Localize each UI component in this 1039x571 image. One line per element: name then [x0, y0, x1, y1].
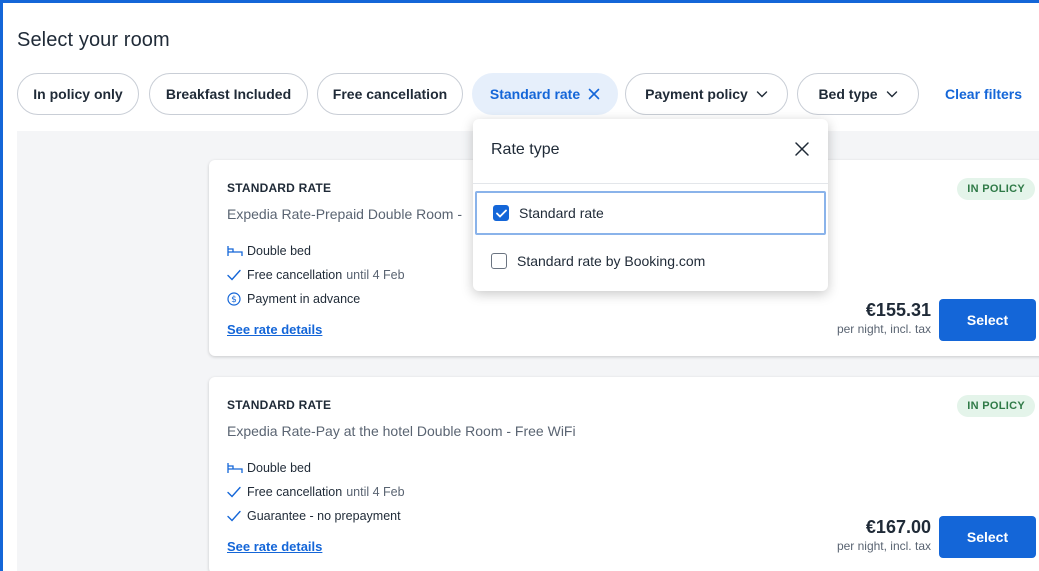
rate-name: Expedia Rate-Pay at the hotel Double Roo… — [227, 423, 576, 439]
feature-bed-label: Double bed — [247, 461, 311, 475]
filter-chip-breakfast[interactable]: Breakfast Included — [149, 73, 308, 115]
room-card: STANDARD RATE Expedia Rate-Pay at the ho… — [209, 377, 1039, 571]
rate-name: Expedia Rate-Prepaid Double Room - — [227, 206, 463, 222]
chip-label: Breakfast Included — [165, 86, 292, 102]
filter-chip-free-cancellation[interactable]: Free cancellation — [317, 73, 463, 115]
rate-type-dropdown: Rate type Standard rate Standard rate by… — [473, 119, 828, 291]
filter-chip-bed-type[interactable]: Bed type — [797, 73, 919, 115]
feature-bed: Double bed — [227, 461, 311, 475]
feature-cancellation-note: until 4 Feb — [346, 485, 405, 499]
see-rate-details-link[interactable]: See rate details — [227, 539, 322, 554]
checkbox[interactable] — [493, 205, 509, 221]
feature-cancellation: Free cancellation until 4 Feb — [227, 268, 405, 282]
feature-cancellation-note: until 4 Feb — [346, 268, 405, 282]
page-title: Select your room — [17, 29, 170, 51]
chip-label: Free cancellation — [332, 86, 448, 102]
rate-title: STANDARD RATE — [227, 398, 332, 412]
policy-badge: IN POLICY — [957, 395, 1035, 417]
select-button[interactable]: Select — [939, 516, 1036, 558]
policy-badge: IN POLICY — [957, 178, 1035, 200]
feature-payment: Guarantee - no prepayment — [227, 509, 401, 523]
check-icon — [495, 209, 507, 218]
feature-payment: $ Payment in advance — [227, 292, 360, 306]
filter-chip-in-policy[interactable]: In policy only — [17, 73, 139, 115]
chip-label: In policy only — [33, 86, 123, 102]
dollar-circle-icon: $ — [227, 292, 243, 306]
chevron-down-icon — [756, 91, 768, 98]
filter-chip-standard-rate[interactable]: Standard rate — [472, 73, 618, 115]
option-label: Standard rate by Booking.com — [517, 253, 706, 269]
close-icon[interactable] — [588, 88, 600, 100]
feature-cancellation-label: Free cancellation — [247, 485, 343, 499]
check-icon — [227, 268, 243, 282]
bed-icon — [227, 461, 243, 475]
chip-label: Payment policy — [645, 86, 748, 102]
feature-bed: Double bed — [227, 244, 311, 258]
bed-icon — [227, 244, 243, 258]
clear-filters-link[interactable]: Clear filters — [945, 86, 1022, 102]
feature-payment-label: Guarantee - no prepayment — [247, 509, 401, 523]
price: €167.00 — [865, 517, 931, 537]
check-icon — [227, 509, 243, 523]
rate-title: STANDARD RATE — [227, 181, 332, 195]
checkbox[interactable] — [491, 253, 507, 269]
check-icon — [227, 485, 243, 499]
feature-payment-label: Payment in advance — [247, 292, 361, 306]
rate-option-standard[interactable]: Standard rate — [475, 191, 826, 235]
option-label: Standard rate — [519, 205, 604, 221]
chip-label: Standard rate — [489, 86, 581, 102]
feature-bed-label: Double bed — [247, 244, 311, 258]
app-frame: Select your room In policy only Breakfas… — [0, 0, 1039, 571]
price-note: per night, incl. tax — [836, 322, 931, 336]
chip-label: Bed type — [818, 86, 878, 102]
svg-text:$: $ — [231, 295, 237, 305]
filter-chip-payment-policy[interactable]: Payment policy — [625, 73, 788, 115]
see-rate-details-link[interactable]: See rate details — [227, 322, 322, 337]
price-note: per night, incl. tax — [836, 539, 931, 553]
feature-cancellation: Free cancellation until 4 Feb — [227, 485, 405, 499]
divider — [473, 183, 828, 184]
select-button[interactable]: Select — [939, 299, 1036, 341]
close-icon[interactable] — [794, 141, 810, 157]
dropdown-title: Rate type — [491, 141, 560, 158]
price: €155.31 — [865, 300, 931, 320]
feature-cancellation-label: Free cancellation — [247, 268, 343, 282]
rate-option-booking[interactable]: Standard rate by Booking.com — [475, 239, 826, 283]
chevron-down-icon — [886, 91, 897, 98]
